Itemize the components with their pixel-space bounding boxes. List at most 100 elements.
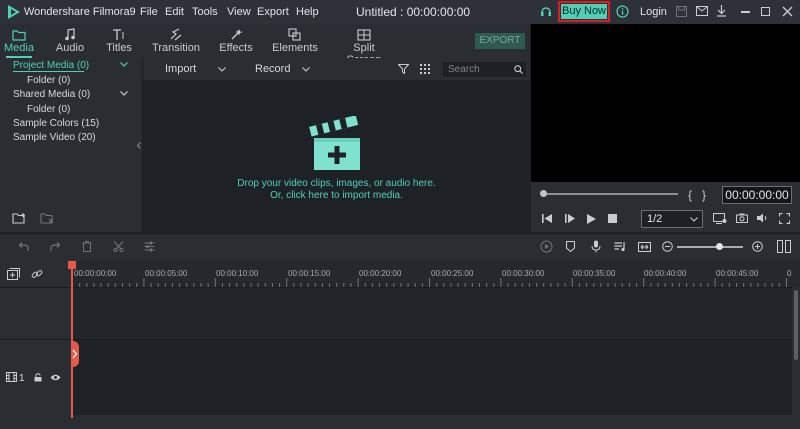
menu-export[interactable]: Export	[257, 6, 289, 18]
step-back-icon[interactable]	[542, 214, 552, 223]
new-folder-icon[interactable]	[12, 212, 27, 224]
grid-view-icon[interactable]	[420, 64, 430, 74]
zoom-slider-handle[interactable]	[716, 243, 723, 250]
audio-mixer-icon[interactable]	[614, 241, 626, 252]
library-item-project-media[interactable]: Project Media (0)	[13, 60, 89, 71]
search-placeholder: Search	[448, 64, 480, 75]
redo-icon[interactable]	[50, 242, 61, 252]
library-item-folder[interactable]: Folder (0)	[27, 75, 70, 86]
quality-dropdown-icon[interactable]	[690, 217, 698, 222]
menu-edit[interactable]: Edit	[165, 6, 184, 18]
record-dropdown-icon[interactable]	[302, 67, 310, 72]
save-icon[interactable]	[676, 6, 687, 17]
volume-icon[interactable]	[757, 213, 769, 223]
drop-hint-line1[interactable]: Drop your video clips, images, or audio …	[143, 178, 530, 189]
voiceover-mic-icon[interactable]	[591, 240, 601, 253]
tab-effects[interactable]: Effects	[216, 24, 256, 58]
track-lane-video-1[interactable]	[72, 339, 792, 415]
eye-icon[interactable]	[50, 374, 61, 381]
collapse-panel-icon[interactable]	[137, 142, 141, 149]
video-track-icon	[6, 372, 17, 382]
chevron-down-icon[interactable]	[120, 91, 128, 96]
snapshot-icon[interactable]	[736, 213, 748, 223]
tab-effects-label: Effects	[219, 42, 253, 54]
download-icon[interactable]	[716, 5, 727, 17]
clapperboard-icon[interactable]	[309, 116, 365, 172]
ruler-tick-label: 00:00:30:00	[502, 269, 545, 278]
close-icon[interactable]	[782, 6, 793, 17]
import-dropdown-icon[interactable]	[218, 67, 226, 72]
preview-scrub-track[interactable]	[544, 193, 678, 195]
library-item-sample-video[interactable]: Sample Video (20)	[13, 132, 96, 143]
stop-icon[interactable]	[608, 214, 617, 223]
mark-in-out-brackets[interactable]: { }	[688, 188, 706, 202]
lock-icon[interactable]	[34, 373, 42, 382]
filter-icon[interactable]	[398, 64, 409, 74]
info-icon[interactable]	[616, 5, 629, 18]
preview-scrub-handle[interactable]	[540, 190, 547, 197]
menu-tools[interactable]: Tools	[192, 6, 218, 18]
mail-icon[interactable]	[696, 6, 708, 16]
minimize-icon[interactable]	[741, 11, 750, 13]
ruler-tick-label: 0	[787, 269, 792, 278]
tab-elements[interactable]: Elements	[270, 24, 320, 58]
import-media-link[interactable]: Or, click here to import media.	[143, 190, 530, 201]
link-icon[interactable]	[31, 268, 43, 280]
export-button[interactable]: EXPORT	[475, 33, 525, 49]
library-active-indicator	[13, 71, 84, 72]
menu-help[interactable]: Help	[296, 6, 319, 18]
library-item-sample-colors[interactable]: Sample Colors (15)	[13, 118, 99, 129]
menu-file[interactable]: File	[140, 6, 158, 18]
preview-timecode: 00:00:00:00	[722, 186, 792, 204]
maximize-icon[interactable]	[761, 7, 770, 16]
timeline-horizontal-scrollbar[interactable]	[0, 415, 800, 429]
tab-audio[interactable]: Audio	[50, 24, 90, 58]
library-item-shared-media[interactable]: Shared Media (0)	[13, 89, 90, 100]
tab-titles-label: Titles	[106, 42, 132, 54]
buy-now-button[interactable]: Buy Now	[561, 4, 607, 19]
tab-media[interactable]: Media	[0, 24, 38, 58]
folder-icon	[0, 24, 38, 41]
fit-timeline-icon[interactable]	[638, 242, 651, 252]
play-icon[interactable]	[587, 214, 596, 224]
fullscreen-icon[interactable]	[779, 213, 790, 224]
tab-split-screen[interactable]: Split Screen	[336, 24, 392, 66]
import-button[interactable]: Import	[165, 63, 196, 75]
search-icon[interactable]	[514, 65, 523, 74]
tab-titles[interactable]: Titles	[100, 24, 138, 58]
music-note-icon	[50, 24, 90, 41]
record-button[interactable]: Record	[255, 63, 290, 75]
render-preview-icon[interactable]	[540, 240, 553, 253]
preview-screen	[531, 24, 800, 182]
delete-icon[interactable]	[82, 241, 92, 252]
library-item-shared-folder[interactable]: Folder (0)	[27, 104, 70, 115]
zoom-out-icon[interactable]	[662, 241, 673, 252]
playhead-handle[interactable]	[71, 341, 79, 367]
zoom-slider-track[interactable]	[677, 246, 743, 248]
frame-forward-icon[interactable]	[565, 214, 575, 223]
track-lane-empty[interactable]	[72, 287, 792, 339]
delete-folder-icon[interactable]	[40, 212, 55, 224]
tab-transition[interactable]: Transition	[150, 24, 202, 58]
playhead-line[interactable]	[71, 262, 73, 418]
adjust-icon[interactable]	[144, 241, 155, 252]
playhead-marker[interactable]	[68, 261, 76, 269]
library-panel	[0, 58, 143, 232]
chevron-down-icon[interactable]	[120, 62, 128, 67]
display-settings-icon[interactable]	[713, 213, 727, 224]
menu-view[interactable]: View	[227, 6, 251, 18]
track-number: 1	[19, 373, 25, 384]
marker-icon[interactable]	[566, 241, 575, 252]
timeline-scroll-thumb[interactable]	[794, 290, 798, 360]
ruler-tick-label: 00:00:25:00	[431, 269, 474, 278]
panel-layout-icon[interactable]	[777, 240, 791, 253]
add-track-icon[interactable]	[7, 268, 20, 280]
login-link[interactable]: Login	[640, 6, 667, 18]
cut-icon[interactable]	[113, 241, 124, 252]
document-title: Untitled : 00:00:00:00	[356, 5, 471, 19]
undo-icon[interactable]	[18, 242, 29, 252]
headset-icon[interactable]	[540, 5, 552, 18]
ruler-tick-label: 00:00:05:00	[145, 269, 188, 278]
zoom-in-icon[interactable]	[752, 241, 763, 252]
transition-icon	[150, 24, 202, 41]
